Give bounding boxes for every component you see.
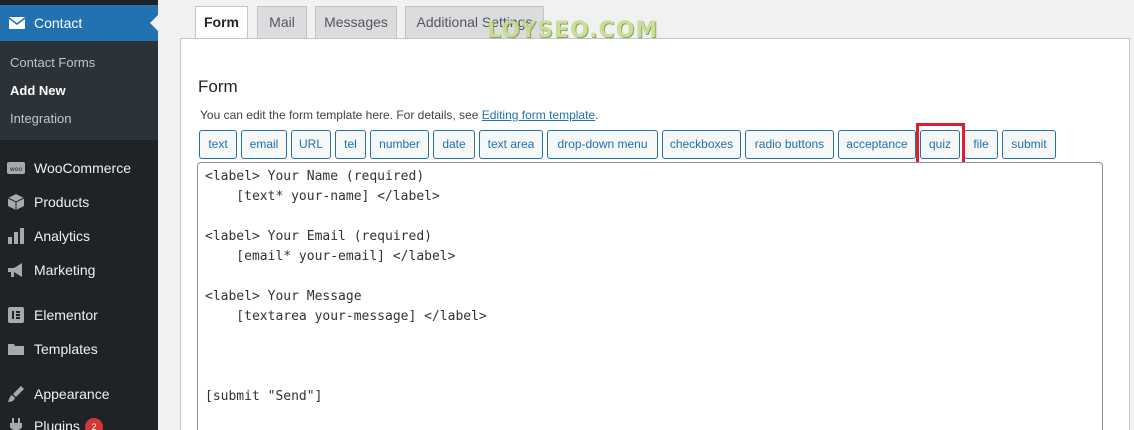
tab-form[interactable]: Form — [195, 6, 248, 39]
code-line: <label> Your Message — [205, 289, 362, 304]
menu-item-plugins[interactable]: Plugins 2 — [0, 411, 158, 430]
menu-label-plugins: Plugins — [34, 418, 80, 430]
plug-icon — [10, 418, 22, 430]
submenu-contact-forms[interactable]: Contact Forms — [10, 55, 95, 70]
submenu-add-new[interactable]: Add New — [10, 83, 66, 98]
tag-button-dropdown[interactable]: drop-down menu — [547, 130, 658, 159]
elementor-icon — [8, 307, 24, 323]
contact-submenu: Contact Forms Add New Integration — [0, 41, 158, 140]
menu-label-analytics: Analytics — [34, 228, 91, 244]
menu-label-woocommerce: WooCommerce — [34, 160, 131, 176]
code-line: [submit "Send"] — [205, 389, 323, 404]
tag-button-text[interactable]: text — [199, 130, 237, 159]
menu-item-templates[interactable]: Templates — [0, 334, 158, 364]
site-watermark: LOYSEO.COM — [487, 18, 659, 43]
code-line: [textarea your-message] </label> — [205, 309, 487, 324]
tag-button-textarea[interactable]: text area — [479, 130, 543, 159]
menu-item-appearance[interactable]: Appearance — [0, 379, 158, 409]
box-icon — [7, 194, 25, 210]
update-count-badge: 2 — [85, 418, 103, 430]
menu-separator — [0, 291, 158, 292]
woo-icon: woo — [7, 162, 25, 174]
menu-item-contact[interactable]: Contact — [0, 5, 158, 41]
submenu-integration[interactable]: Integration — [10, 111, 71, 126]
admin-sidebar: Contact Contact Forms Add New Integratio… — [0, 0, 158, 430]
menu-label-templates: Templates — [34, 341, 98, 357]
tag-button-checkboxes[interactable]: checkboxes — [662, 130, 741, 159]
tag-button-email[interactable]: email — [241, 130, 287, 159]
tag-button-number[interactable]: number — [370, 130, 429, 159]
code-line: [text* your-name] </label> — [205, 189, 440, 204]
tag-button-radio[interactable]: radio buttons — [745, 130, 834, 159]
tag-button-file[interactable]: file — [964, 130, 998, 159]
form-description: You can edit the form template here. For… — [200, 108, 598, 122]
form-template-editor[interactable]: <label> Your Name (required) [text* your… — [197, 162, 1103, 430]
description-end: . — [595, 108, 599, 122]
tag-button-url[interactable]: URL — [291, 130, 331, 159]
envelope-icon — [8, 17, 26, 29]
menu-item-analytics[interactable]: Analytics — [0, 221, 158, 251]
tab-messages[interactable]: Messages — [315, 6, 397, 38]
menu-item-woocommerce[interactable]: woo WooCommerce — [0, 153, 158, 183]
menu-label-products: Products — [34, 194, 90, 210]
menu-item-products[interactable]: Products — [0, 187, 158, 217]
menu-item-marketing[interactable]: Marketing — [0, 255, 158, 285]
menu-label-elementor: Elementor — [34, 307, 98, 323]
code-line: <label> Your Name (required) — [205, 169, 425, 184]
code-line: <label> Your Email (required) — [205, 229, 432, 244]
menu-separator — [0, 370, 158, 371]
menu-label-marketing: Marketing — [34, 262, 96, 278]
menu-label-appearance: Appearance — [34, 386, 110, 402]
megaphone-icon — [8, 263, 22, 277]
tag-button-acceptance[interactable]: acceptance — [838, 130, 916, 159]
tag-button-date[interactable]: date — [433, 130, 475, 159]
menu-item-elementor[interactable]: Elementor — [0, 300, 158, 330]
editing-template-link[interactable]: Editing form template — [482, 108, 595, 122]
tag-button-tel[interactable]: tel — [335, 130, 366, 159]
code-line: [email* your-email] </label> — [205, 249, 456, 264]
paintbrush-icon — [8, 386, 24, 402]
tag-button-submit[interactable]: submit — [1002, 130, 1056, 159]
current-arrow — [150, 15, 158, 31]
bar-chart-icon — [8, 228, 24, 244]
menu-label-contact: Contact — [34, 15, 83, 31]
folder-icon — [8, 344, 24, 355]
svg-text:woo: woo — [10, 166, 23, 173]
description-text: You can edit the form template here. For… — [200, 108, 482, 122]
form-title: Form — [198, 77, 238, 96]
tab-mail[interactable]: Mail — [257, 6, 307, 38]
